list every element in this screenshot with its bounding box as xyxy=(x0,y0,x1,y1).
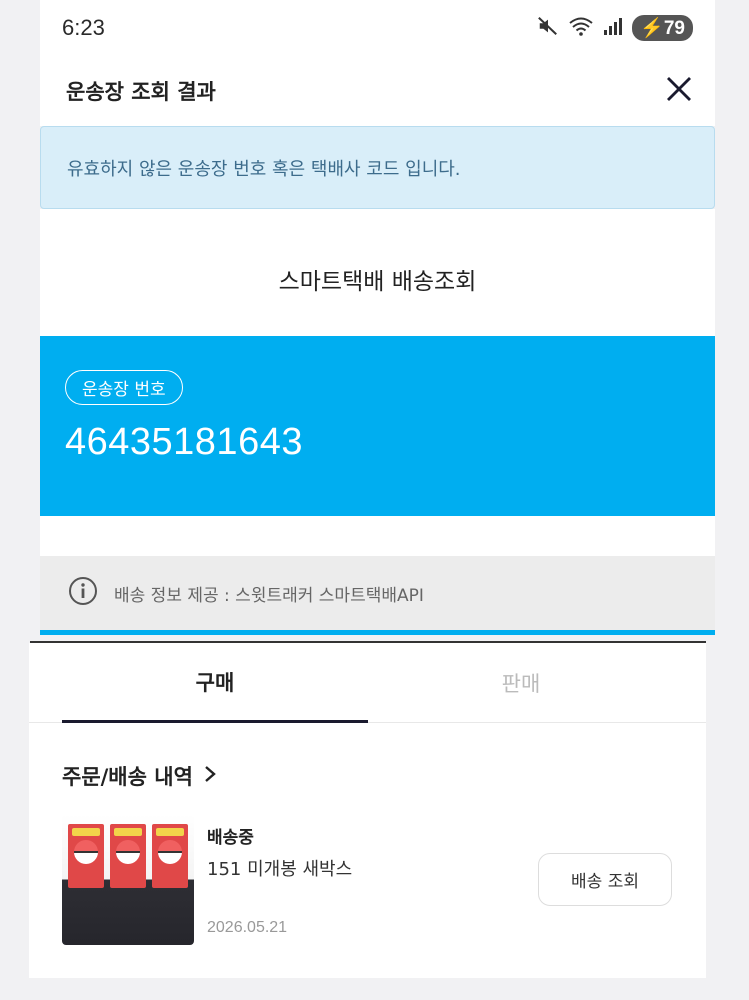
tab-sell[interactable]: 판매 xyxy=(368,643,674,723)
modal-title: 운송장 조회 결과 xyxy=(66,80,216,104)
tracking-number: 46435181643 xyxy=(65,421,303,463)
product-thumbnail[interactable] xyxy=(62,814,194,945)
tab-buy[interactable]: 구매 xyxy=(62,643,368,723)
battery-icon: ⚡79 xyxy=(632,15,693,41)
orders-panel: 구매 판매 주문/배송 내역 배송중 151 미개봉 새박스 2026.05.2… xyxy=(29,643,706,978)
status-bar: 6:23 ⚡79 xyxy=(40,0,715,56)
modal-header: 운송장 조회 결과 xyxy=(40,56,715,126)
close-icon[interactable] xyxy=(665,75,693,107)
tracking-label: 운송장 번호 xyxy=(65,370,183,405)
wifi-icon xyxy=(568,15,594,41)
provider-bar: 배송 정보 제공 : 스윗트래커 스마트택배API xyxy=(40,556,715,630)
order-status: 배송중 xyxy=(207,828,254,848)
spacer-panel xyxy=(40,516,715,556)
status-icons: ⚡79 xyxy=(537,15,693,41)
chevron-right-icon xyxy=(203,764,217,788)
order-history-link[interactable]: 주문/배송 내역 xyxy=(62,761,217,791)
order-date: 2026.05.21 xyxy=(207,919,288,936)
order-history-title: 주문/배송 내역 xyxy=(62,765,193,789)
service-title: 스마트택배 배송조회 xyxy=(278,269,477,295)
order-product-name[interactable]: 151 미개봉 새박스 xyxy=(207,855,352,881)
error-message: 유효하지 않은 운송장 번호 혹은 택배사 코드 입니다. xyxy=(67,158,461,180)
status-time: 6:23 xyxy=(62,15,105,40)
error-banner: 유효하지 않은 운송장 번호 혹은 택배사 코드 입니다. xyxy=(40,126,715,209)
accent-divider xyxy=(40,630,715,635)
signal-icon xyxy=(603,16,623,40)
tracking-box: 운송장 번호 46435181643 xyxy=(40,336,715,516)
info-icon xyxy=(68,576,98,610)
mute-icon xyxy=(537,15,559,41)
battery-level: 79 xyxy=(663,18,685,39)
provider-text: 배송 정보 제공 : 스윗트래커 스마트택배API xyxy=(114,585,424,606)
tab-bar: 구매 판매 xyxy=(29,643,706,723)
track-delivery-button[interactable]: 배송 조회 xyxy=(538,853,672,906)
